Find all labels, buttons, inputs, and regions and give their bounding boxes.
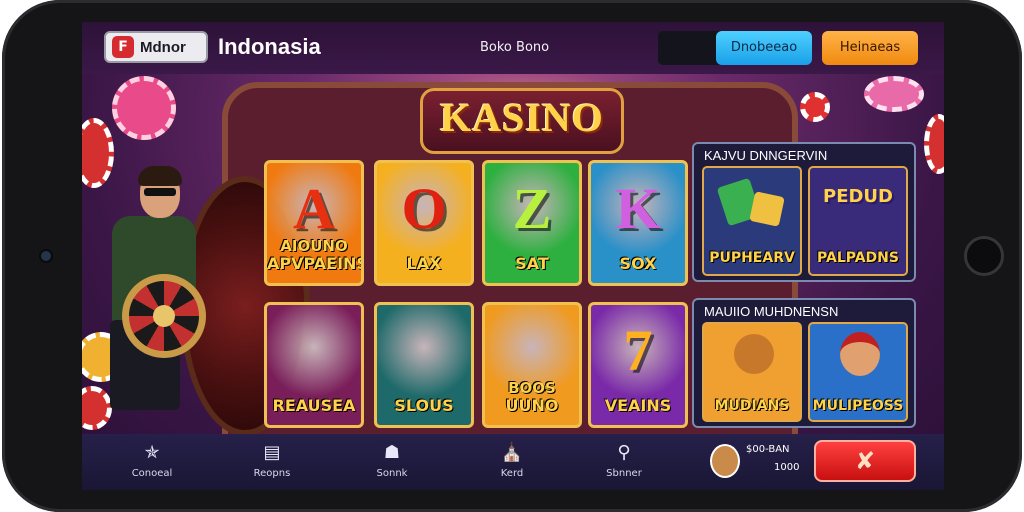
- dice-icon: [749, 191, 785, 227]
- camera-icon: [41, 251, 51, 261]
- game-subtitle: BOOS: [508, 379, 556, 397]
- chef-hat-icon: ☗: [383, 442, 401, 463]
- balance-field: [658, 31, 720, 65]
- login-button[interactable]: Dnobeeao: [716, 31, 812, 65]
- game-label: VEAINS: [604, 396, 672, 415]
- game-tile[interactable]: 7 VEAINS: [588, 302, 688, 428]
- nav-label: Sonnk: [376, 468, 408, 479]
- chip-decoration: [800, 92, 830, 122]
- game-tile[interactable]: O LAX: [374, 160, 474, 286]
- game-label: UUNO: [505, 396, 559, 415]
- game-label: LAX: [406, 254, 442, 273]
- roulette-hub: [153, 305, 175, 327]
- chip-icon: ✯: [144, 442, 160, 463]
- featured-game-tile[interactable]: MUDIANS: [702, 322, 802, 422]
- top-bar: F Mdnor Indonasia Boko Bono Dnobeeao Hei…: [82, 22, 944, 74]
- nav-label: Reopns: [253, 468, 291, 479]
- game-tile[interactable]: K SOX: [588, 160, 688, 286]
- chip-decoration: [112, 76, 176, 140]
- app-logo[interactable]: F Mdnor: [104, 31, 208, 63]
- game-tile[interactable]: Z SAT: [482, 160, 582, 286]
- balance-amount: 1000: [774, 462, 800, 473]
- nav-item-sbnner[interactable]: ⚲ Sbnner: [584, 442, 664, 479]
- avatar[interactable]: [710, 444, 740, 478]
- spin-button[interactable]: ✘: [814, 440, 916, 482]
- chip-decoration: [864, 76, 924, 112]
- game-subtitle: AIOUNO: [280, 237, 348, 255]
- game-tile[interactable]: REAUSEA: [264, 302, 364, 428]
- nav-item-sonnk[interactable]: ☗ Sonnk: [352, 442, 432, 479]
- nav-item-kerd[interactable]: ⛪ Kerd: [472, 442, 552, 479]
- featured-game-tile[interactable]: MULIPEOSS: [808, 322, 908, 422]
- nav-label: Kerd: [500, 468, 524, 479]
- game-tile[interactable]: BOOS UUNO: [482, 302, 582, 428]
- game-label: SLOUS: [394, 396, 454, 415]
- game-letter: K: [615, 176, 661, 241]
- game-label: SOX: [619, 254, 657, 273]
- nav-item-conoeal[interactable]: ✯ Conoeal: [112, 442, 192, 479]
- shield-icon: ⛪: [500, 442, 524, 463]
- featured-panel-bottom: MAUIIO MUHDNENSN MUDIANS MULIPEOSS: [692, 298, 916, 428]
- pirate-character-icon: [840, 332, 880, 376]
- tile-label: MULIPEOSS: [812, 398, 904, 414]
- header-subtitle: Boko Bono: [480, 40, 550, 55]
- featured-game-tile[interactable]: PUPHEARV: [702, 166, 802, 276]
- nav-label: Sbnner: [606, 468, 642, 479]
- bottom-nav: ✯ Conoeal ▤ Reopns ☗ Sonnk ⛪ Kerd ⚲ Sbnn…: [82, 434, 944, 490]
- register-button[interactable]: Heinaeas: [822, 31, 918, 65]
- game-tile[interactable]: SLOUS: [374, 302, 474, 428]
- panel-title: KAJVU DNNGERVIN: [704, 148, 828, 163]
- game-letter: Z: [512, 176, 552, 241]
- logo-icon: F: [112, 36, 134, 58]
- nav-item-reopns[interactable]: ▤ Reopns: [232, 442, 312, 479]
- game-letter: A: [293, 176, 335, 241]
- brand-name: Indonasia: [218, 34, 321, 59]
- logo-text: Mdnor: [140, 38, 186, 56]
- game-tile[interactable]: A AIOUNO APVPAEINS: [264, 160, 364, 286]
- panel-title: MAUIIO MUHDNENSN: [704, 304, 839, 319]
- tile-label: MUDIANS: [714, 398, 790, 414]
- tile-label: PUPHEARV: [709, 250, 795, 266]
- tile-label: PALPADNS: [817, 250, 899, 266]
- page-title: KASINO: [440, 95, 604, 140]
- featured-panel-top: KAJVU DNNGERVIN PUPHEARV PEDUD PALPADNS: [692, 142, 916, 282]
- game-letter: 7: [623, 318, 653, 383]
- tile-badge: PEDUD: [823, 186, 893, 207]
- nav-label: Conoeal: [131, 468, 173, 479]
- chip-decoration: [924, 114, 944, 174]
- game-label: SAT: [515, 254, 549, 273]
- tablet-device: F Mdnor Indonasia Boko Bono Dnobeeao Hei…: [2, 0, 1022, 512]
- game-label: APVPAEINS: [267, 254, 364, 273]
- dog-character-icon: [734, 334, 774, 374]
- game-label: REAUSEA: [272, 396, 356, 415]
- balance-label: $00-BAN: [746, 444, 790, 455]
- featured-game-tile[interactable]: PEDUD PALPADNS: [808, 166, 908, 276]
- game-letter: O: [401, 176, 447, 241]
- search-icon: ⚲: [617, 442, 631, 463]
- home-button[interactable]: [964, 236, 1004, 276]
- spin-icon: ✘: [854, 447, 876, 475]
- document-icon: ▤: [263, 442, 281, 463]
- casino-app-screen: F Mdnor Indonasia Boko Bono Dnobeeao Hei…: [82, 22, 944, 490]
